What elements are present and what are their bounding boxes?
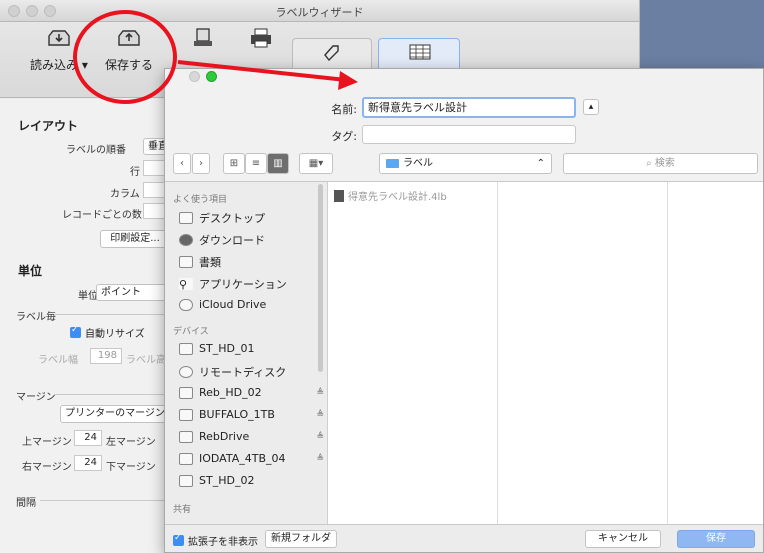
annotation-arrow [177, 60, 358, 90]
